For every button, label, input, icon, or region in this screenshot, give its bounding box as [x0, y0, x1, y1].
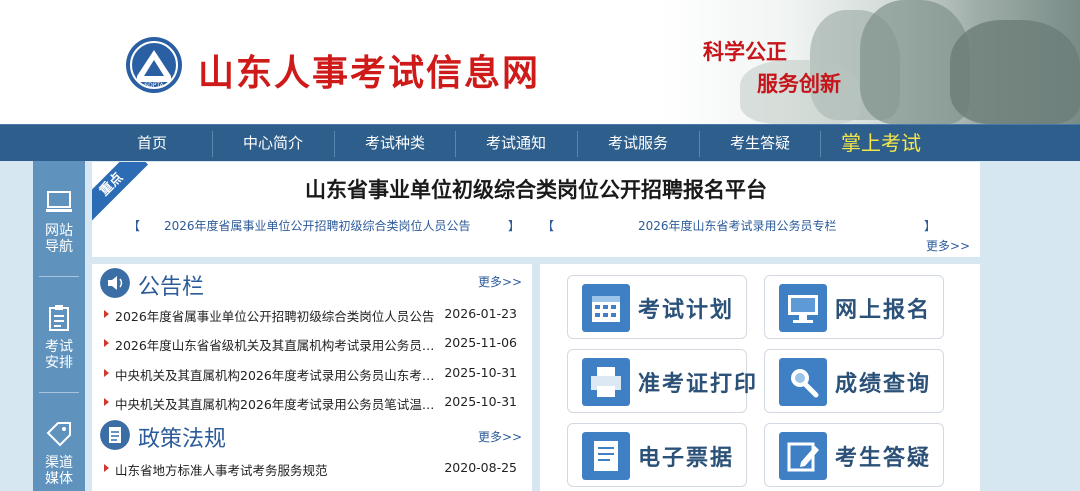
service-online-registration[interactable]: 网上报名	[764, 275, 944, 339]
bracket-open: 【	[128, 219, 141, 233]
notice-item-title: 中央机关及其直属机构2026年度考试录用公务员山东考区...	[115, 368, 445, 383]
bracket-close: 】	[924, 219, 937, 233]
service-label: 考试计划	[638, 297, 735, 323]
rail-label: 考试安排	[45, 339, 73, 371]
rail-media-channels[interactable]: 渠道媒体	[33, 393, 85, 491]
policy-more-link[interactable]: 更多>>	[478, 428, 522, 445]
slogan-line-2: 服务创新	[757, 71, 841, 96]
featured-link-1[interactable]: 2026年度省属事业单位公开招聘初级综合类岗位人员公告	[164, 217, 471, 234]
sdpta-logo[interactable]: SDPTA	[125, 36, 183, 94]
notice-item-date: 2025-11-06	[444, 335, 517, 350]
notice-item[interactable]: 中央机关及其直属机构2026年度考试录用公务员笔试温馨... 2025-10-3…	[104, 394, 529, 414]
calendar-icon	[582, 284, 630, 332]
nav-exam-services[interactable]: 考试服务	[578, 125, 698, 162]
rail-exam-schedule[interactable]: 考试安排	[33, 277, 85, 392]
notice-item[interactable]: 中央机关及其直属机构2026年度考试录用公务员山东考区... 2025-10-3…	[104, 365, 529, 385]
nav-exam-notices[interactable]: 考试通知	[456, 125, 576, 162]
service-e-receipt[interactable]: 电子票据	[567, 423, 747, 487]
nav-about[interactable]: 中心简介	[213, 125, 333, 162]
featured-title[interactable]: 山东省事业单位初级综合类岗位公开招聘报名平台	[92, 174, 980, 204]
tag-icon	[46, 422, 71, 447]
service-admission-ticket[interactable]: 准考证打印	[567, 349, 756, 413]
notice-item-title: 2026年度山东省省级机关及其直属机构考试录用公务员网...	[115, 338, 445, 353]
nav-mobile-exam[interactable]: 掌上考试	[821, 125, 941, 162]
notice-more-link[interactable]: 更多>>	[478, 273, 522, 290]
document-icon	[100, 420, 130, 450]
service-label: 准考证打印	[638, 371, 759, 397]
bullet-arrow-icon	[104, 339, 109, 347]
site-title: 山东人事考试信息网	[198, 52, 541, 94]
notice-item-date: 2025-10-31	[444, 394, 517, 409]
service-exam-plan[interactable]: 考试计划	[567, 275, 747, 339]
rail-label: 网站导航	[45, 223, 73, 255]
nav-faq[interactable]: 考生答疑	[700, 125, 820, 162]
bullet-arrow-icon	[104, 398, 109, 406]
notice-title: 公告栏	[138, 275, 205, 300]
nav-home[interactable]: 首页	[92, 125, 212, 162]
site-header: SDPTA 山东人事考试信息网 科学公正 服务创新	[0, 0, 1080, 124]
service-grid: 考试计划 网上报名 准考证打印 成绩查询 电子票据 考生答疑	[540, 264, 980, 491]
service-label: 成绩查询	[835, 371, 932, 397]
service-label: 考生答疑	[835, 445, 932, 471]
bracket-close: 】	[508, 219, 521, 233]
policy-item[interactable]: 山东省地方标准人事考试考务服务规范 2020-08-25	[104, 460, 529, 480]
notice-item-title: 2026年度省属事业单位公开招聘初级综合类岗位人员公告	[115, 309, 435, 324]
magnifier-icon	[779, 358, 827, 406]
monitor-icon	[46, 191, 72, 212]
rail-site-nav[interactable]: 网站导航	[33, 161, 85, 276]
bullet-arrow-icon	[104, 369, 109, 377]
slogan-line-1: 科学公正	[703, 39, 787, 64]
computer-icon	[779, 284, 827, 332]
policy-title: 政策法规	[138, 427, 227, 452]
svg-text:SDPTA: SDPTA	[144, 82, 164, 89]
nav-exam-types[interactable]: 考试种类	[335, 125, 455, 162]
bullet-arrow-icon	[104, 464, 109, 472]
policy-item-date: 2020-08-25	[444, 460, 517, 475]
featured-more-link[interactable]: 更多>>	[926, 237, 970, 254]
rail-label: 渠道媒体	[45, 455, 73, 487]
service-label: 网上报名	[835, 297, 932, 323]
policy-item-title: 山东省地方标准人事考试考务服务规范	[115, 463, 328, 478]
service-label: 电子票据	[638, 445, 735, 471]
bracket-open: 【	[542, 219, 555, 233]
notice-item[interactable]: 2026年度山东省省级机关及其直属机构考试录用公务员网... 2025-11-0…	[104, 335, 529, 355]
service-candidate-faq[interactable]: 考生答疑	[764, 423, 944, 487]
featured-box: 重点 山东省事业单位初级综合类岗位公开招聘报名平台 【 2026年度省属事业单位…	[92, 162, 980, 257]
edit-icon	[779, 432, 827, 480]
notice-item[interactable]: 2026年度省属事业单位公开招聘初级综合类岗位人员公告 2026-01-23	[104, 306, 529, 326]
side-rail: 网站导航 考试安排 渠道媒体	[33, 161, 85, 491]
service-score-query[interactable]: 成绩查询	[764, 349, 944, 413]
bullet-arrow-icon	[104, 310, 109, 318]
notice-item-date: 2026-01-23	[444, 306, 517, 321]
speaker-icon	[100, 268, 130, 298]
notice-item-date: 2025-10-31	[444, 365, 517, 380]
notice-item-title: 中央机关及其直属机构2026年度考试录用公务员笔试温馨...	[115, 397, 445, 412]
printer-icon	[582, 358, 630, 406]
notice-panel: 公告栏 更多>> 2026年度省属事业单位公开招聘初级综合类岗位人员公告 202…	[92, 264, 532, 491]
clipboard-icon	[49, 305, 69, 331]
receipt-icon	[582, 432, 630, 480]
featured-link-2[interactable]: 2026年度山东省考试录用公务员专栏	[638, 217, 837, 234]
main-nav: 首页 中心简介 考试种类 考试通知 考试服务 考生答疑 掌上考试	[0, 124, 1080, 161]
